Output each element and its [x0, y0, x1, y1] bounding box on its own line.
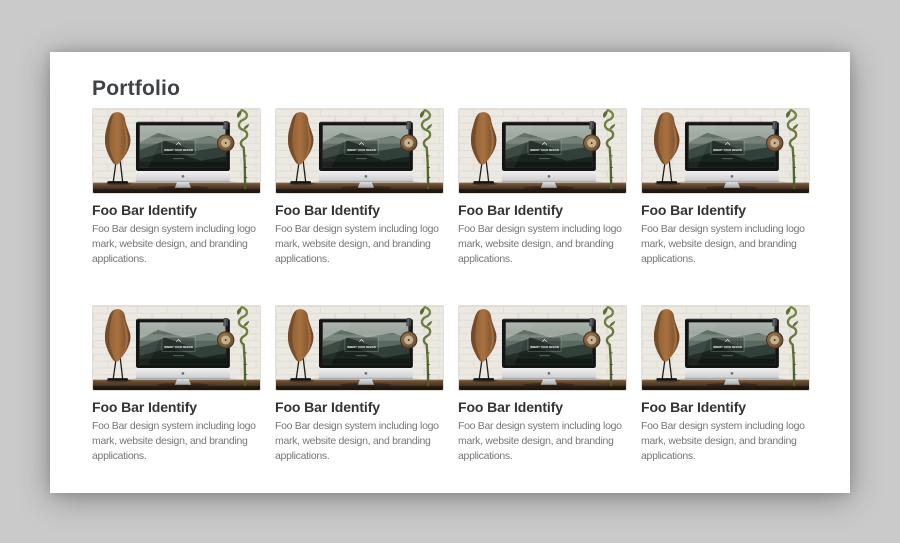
portfolio-thumbnail[interactable]: [92, 305, 261, 391]
portfolio-thumbnail[interactable]: [641, 108, 810, 194]
portfolio-item-description: Foo Bar design system including logo mar…: [641, 419, 810, 464]
description-line: mark, website design, and branding: [275, 434, 444, 449]
imac-mockup-image: [93, 109, 260, 193]
portfolio-item-title: Foo Bar Identify: [458, 203, 627, 218]
portfolio-item-description: Foo Bar design system including logo mar…: [92, 419, 261, 464]
imac-mockup-image: [276, 109, 443, 193]
portfolio-item-description: Foo Bar design system including logo mar…: [458, 419, 627, 464]
description-line: mark, website design, and branding: [275, 237, 444, 252]
description-line: Foo Bar design system including logo: [641, 419, 810, 434]
portfolio-item: Foo Bar Identify Foo Bar design system i…: [458, 108, 627, 267]
imac-mockup-image: [93, 306, 260, 390]
portfolio-panel: Portfolio Foo Bar Identify Foo Bar desig…: [50, 52, 850, 493]
description-line: Foo Bar design system including logo: [458, 419, 627, 434]
description-line: mark, website design, and branding: [458, 434, 627, 449]
portfolio-item-description: Foo Bar design system including logo mar…: [275, 419, 444, 464]
description-line: applications.: [458, 449, 627, 464]
imac-mockup-image: [276, 306, 443, 390]
portfolio-item: Foo Bar Identify Foo Bar design system i…: [92, 305, 261, 464]
portfolio-grid: Foo Bar Identify Foo Bar design system i…: [92, 108, 810, 464]
description-line: applications.: [92, 252, 261, 267]
description-line: applications.: [92, 449, 261, 464]
description-line: mark, website design, and branding: [92, 434, 261, 449]
portfolio-thumbnail[interactable]: [458, 305, 627, 391]
portfolio-item-title: Foo Bar Identify: [92, 203, 261, 218]
description-line: mark, website design, and branding: [92, 237, 261, 252]
description-line: Foo Bar design system including logo: [641, 222, 810, 237]
page-title: Portfolio: [92, 76, 810, 101]
imac-mockup-image: [459, 306, 626, 390]
description-line: applications.: [458, 252, 627, 267]
description-line: applications.: [275, 449, 444, 464]
portfolio-item-title: Foo Bar Identify: [458, 400, 627, 415]
description-line: Foo Bar design system including logo: [275, 419, 444, 434]
portfolio-thumbnail[interactable]: [275, 108, 444, 194]
description-line: mark, website design, and branding: [641, 237, 810, 252]
portfolio-thumbnail[interactable]: [641, 305, 810, 391]
description-line: Foo Bar design system including logo: [92, 222, 261, 237]
description-line: applications.: [641, 449, 810, 464]
description-line: mark, website design, and branding: [641, 434, 810, 449]
portfolio-item-title: Foo Bar Identify: [641, 400, 810, 415]
imac-mockup-image: [642, 306, 809, 390]
imac-mockup-image: [642, 109, 809, 193]
portfolio-thumbnail[interactable]: [275, 305, 444, 391]
portfolio-item-description: Foo Bar design system including logo mar…: [458, 222, 627, 267]
portfolio-item: Foo Bar Identify Foo Bar design system i…: [641, 108, 810, 267]
portfolio-item: Foo Bar Identify Foo Bar design system i…: [92, 108, 261, 267]
portfolio-item: Foo Bar Identify Foo Bar design system i…: [275, 305, 444, 464]
portfolio-item-title: Foo Bar Identify: [275, 400, 444, 415]
portfolio-item: Foo Bar Identify Foo Bar design system i…: [458, 305, 627, 464]
portfolio-item-description: Foo Bar design system including logo mar…: [275, 222, 444, 267]
portfolio-thumbnail[interactable]: [92, 108, 261, 194]
description-line: applications.: [641, 252, 810, 267]
portfolio-thumbnail[interactable]: [458, 108, 627, 194]
description-line: Foo Bar design system including logo: [92, 419, 261, 434]
portfolio-item-title: Foo Bar Identify: [92, 400, 261, 415]
portfolio-item-title: Foo Bar Identify: [641, 203, 810, 218]
portfolio-item: Foo Bar Identify Foo Bar design system i…: [641, 305, 810, 464]
portfolio-item-description: Foo Bar design system including logo mar…: [641, 222, 810, 267]
portfolio-item: Foo Bar Identify Foo Bar design system i…: [275, 108, 444, 267]
imac-mockup-image: [459, 109, 626, 193]
portfolio-item-description: Foo Bar design system including logo mar…: [92, 222, 261, 267]
description-line: Foo Bar design system including logo: [458, 222, 627, 237]
description-line: Foo Bar design system including logo: [275, 222, 444, 237]
portfolio-item-title: Foo Bar Identify: [275, 203, 444, 218]
description-line: mark, website design, and branding: [458, 237, 627, 252]
description-line: applications.: [275, 252, 444, 267]
